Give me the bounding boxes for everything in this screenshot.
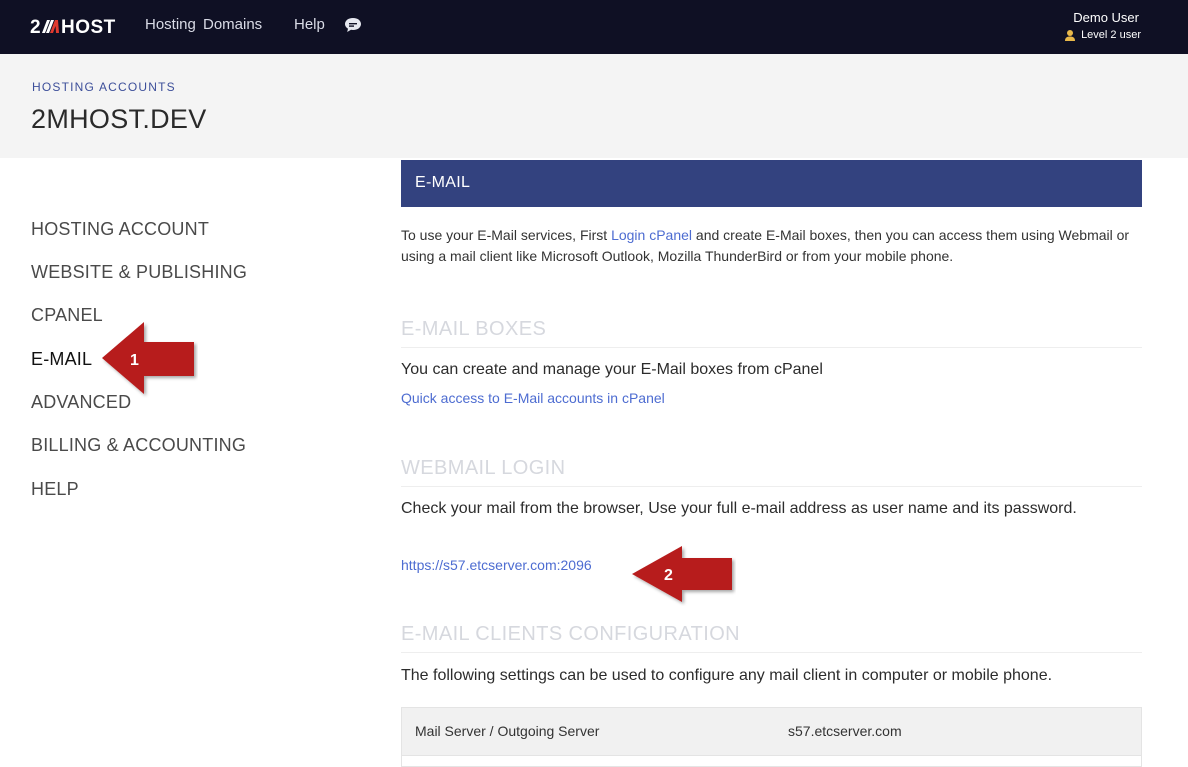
nav-hosting[interactable]: Hosting (145, 16, 196, 33)
chat-icon[interactable] (344, 17, 362, 33)
logo[interactable]: 2 HOST (30, 14, 148, 38)
page-header: HOSTING ACCOUNTS 2MHOST.DEV (0, 54, 1188, 158)
webmail-link[interactable]: https://s57.etcserver.com:2096 (401, 557, 592, 573)
annotation-arrow-1-label: 1 (130, 352, 139, 369)
table-cell-value: s57.etcserver.com (788, 723, 902, 739)
table-cell-label: Mail Server / Outgoing Server (415, 723, 600, 739)
clients-config-text: The following settings can be used to co… (401, 667, 1053, 684)
user-level: Level 2 user (1064, 29, 1141, 41)
breadcrumb[interactable]: HOSTING ACCOUNTS (32, 80, 176, 94)
user-badge-icon (1065, 30, 1076, 41)
sidebar-item-billing-accounting[interactable]: BILLING & ACCOUNTING (31, 435, 246, 456)
svg-text:2: 2 (30, 17, 41, 38)
logo-mark: 2 HOST (30, 17, 116, 38)
intro-text-before: To use your E-Mail services, First (401, 227, 612, 243)
annotation-arrow-2-label: 2 (664, 567, 673, 584)
sidebar-item-help[interactable]: HELP (31, 479, 79, 500)
user-name[interactable]: Demo User (1073, 10, 1139, 25)
mail-settings-table: Mail Server / Outgoing Server s57.etcser… (401, 707, 1142, 767)
email-boxes-text: You can create and manage your E-Mail bo… (401, 361, 823, 378)
login-cpanel-link[interactable]: Login cPanel (611, 227, 692, 243)
intro-text: To use your E-Mail services, First Login… (401, 225, 1141, 267)
email-accounts-link[interactable]: Quick access to E-Mail accounts in cPane… (401, 390, 665, 406)
sidebar-item-cpanel[interactable]: CPANEL (31, 305, 103, 326)
clients-config-heading: E-MAIL CLIENTS CONFIGURATION (401, 623, 1142, 653)
sidebar-item-hosting-account[interactable]: HOSTING ACCOUNT (31, 219, 209, 240)
webmail-login-heading: WEBMAIL LOGIN (401, 457, 1142, 487)
email-boxes-heading: E-MAIL BOXES (401, 318, 1142, 348)
nav-help[interactable]: Help (294, 16, 325, 33)
svg-text:HOST: HOST (61, 17, 116, 38)
webmail-text: Check your mail from the browser, Use yo… (401, 500, 1077, 517)
table-row: Mail Server / Outgoing Server s57.etcser… (402, 708, 1141, 756)
user-level-label: Level 2 user (1081, 29, 1141, 41)
sidebar-item-website-publishing[interactable]: WEBSITE & PUBLISHING (31, 262, 247, 283)
top-navbar: 2 HOST Hosting Domains Help Demo User Le… (0, 0, 1188, 54)
section-title-bar: E-MAIL (401, 160, 1142, 207)
annotation-arrow-1: 1 (102, 322, 194, 394)
nav-domains[interactable]: Domains (203, 16, 262, 33)
annotation-arrow-2: 2 (632, 546, 732, 602)
page-title: 2MHOST.DEV (31, 104, 207, 134)
sidebar-item-email[interactable]: E-MAIL (31, 349, 92, 370)
